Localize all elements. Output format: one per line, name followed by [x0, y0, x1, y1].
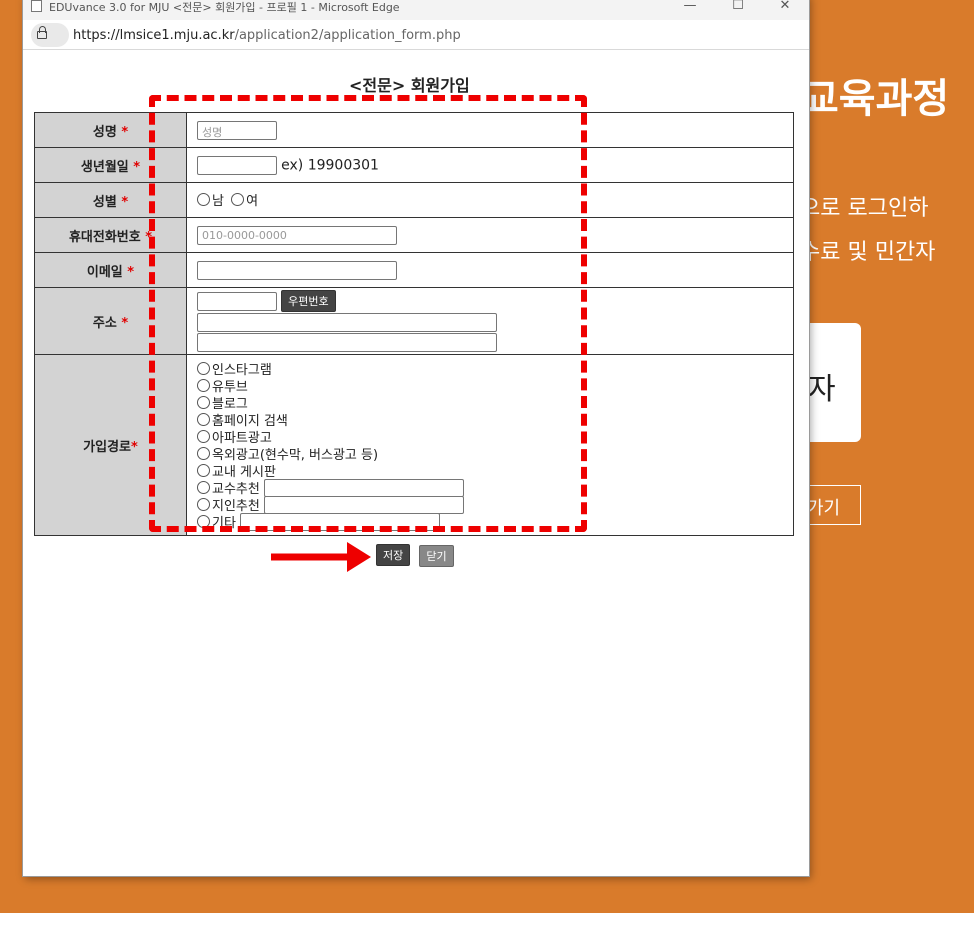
other-source-input[interactable] [240, 512, 441, 531]
close-window-button[interactable]: ✕ [776, 0, 794, 13]
radio-button[interactable] [197, 430, 210, 443]
radio-button[interactable] [197, 515, 210, 528]
app-icon [31, 0, 42, 12]
label-text: 이메일 [86, 264, 123, 280]
source-option-other[interactable]: 기타 [197, 512, 793, 531]
maximize-button[interactable]: ☐ [729, 0, 747, 13]
form-row-email: 이메일 * [34, 252, 794, 288]
name-input[interactable]: 성명 [197, 120, 277, 140]
birthdate-input[interactable] [197, 155, 277, 175]
background-text-line-1: 으로 로그인하 [800, 196, 929, 221]
radio-button[interactable] [197, 481, 210, 494]
close-button[interactable]: 닫기 [419, 544, 454, 567]
form-title: <전문> 회원가입 [349, 76, 470, 95]
source-option-apartment-ad[interactable]: 아파트광고 [197, 428, 793, 446]
background-bottom-strip [0, 913, 974, 929]
form-row-birthdate: 생년월일 * ex) 19900301 [34, 147, 794, 183]
radio-button[interactable] [197, 498, 210, 511]
value-email [186, 252, 794, 288]
address-line-1-input[interactable] [197, 313, 497, 332]
source-option-blog[interactable]: 블로그 [197, 394, 793, 412]
postcode-button[interactable]: 우편번호 [281, 290, 336, 312]
url-host: https://lmsice1.mju.ac.kr [73, 28, 235, 43]
form-row-mobile: 휴대전화번호 * 010-0000-0000 [34, 217, 794, 253]
popup-window: EDUvance 3.0 for MJU <전문> 회원가입 - 프로필 1 -… [23, 0, 809, 876]
value-gender: 남 여 [186, 182, 794, 218]
required-mark: * [121, 315, 129, 331]
postcode-input[interactable] [197, 291, 277, 311]
form-row-source: 가입경로* 인스타그램 유투브 블로그 홈페이지 검색 아파트광고 옥외광고(현… [34, 354, 794, 536]
mobile-input[interactable]: 010-0000-0000 [197, 225, 397, 245]
label-mobile: 휴대전화번호 * [34, 217, 187, 253]
annotation-arrow-icon [271, 542, 371, 572]
radio-button[interactable] [197, 464, 210, 477]
radio-button[interactable] [197, 396, 210, 409]
url-text[interactable]: https://lmsice1.mju.ac.kr/application2/a… [73, 28, 461, 43]
label-gender: 성별 * [34, 182, 187, 218]
lock-icon [37, 26, 47, 39]
source-option-professor-referral[interactable]: 교수추천 [197, 478, 793, 497]
address-line-2-input[interactable] [197, 333, 497, 352]
source-option-homepage-search[interactable]: 홈페이지 검색 [197, 411, 793, 429]
form-actions: 저장 닫기 [376, 544, 458, 567]
gender-option-male[interactable]: 남 [197, 190, 224, 209]
background-card-text: 자 [808, 372, 836, 407]
required-mark: * [131, 439, 138, 455]
radio-button[interactable] [197, 193, 210, 206]
background-text-line-2: 수료 및 민간자 [800, 240, 936, 265]
save-button[interactable]: 저장 [376, 544, 411, 566]
required-mark: * [121, 124, 129, 140]
value-birthdate: ex) 19900301 [186, 147, 794, 183]
label-text: 성명 [92, 124, 117, 140]
form-row-gender: 성별 * 남 여 [34, 182, 794, 218]
required-mark: * [127, 264, 135, 280]
minimize-button[interactable]: — [681, 0, 699, 13]
label-name: 성명 * [34, 112, 187, 148]
window-title: EDUvance 3.0 for MJU <전문> 회원가입 - 프로필 1 -… [49, 1, 400, 14]
url-path: /application2/application_form.php [234, 28, 461, 43]
source-option-outdoor-ad[interactable]: 옥외광고(현수막, 버스광고 등) [197, 445, 793, 463]
label-text: 휴대전화번호 [68, 229, 141, 245]
source-option-youtube[interactable]: 유투브 [197, 377, 793, 395]
background-heading: 교육과정 [802, 76, 950, 122]
required-mark: * [133, 159, 141, 175]
window-titlebar[interactable]: EDUvance 3.0 for MJU <전문> 회원가입 - 프로필 1 -… [23, 0, 809, 20]
birthdate-hint: ex) 19900301 [281, 157, 379, 173]
label-text: 가입경로 [83, 439, 132, 455]
address-bar[interactable]: https://lmsice1.mju.ac.kr/application2/a… [23, 20, 809, 50]
label-email: 이메일 * [34, 252, 187, 288]
required-mark: * [145, 229, 153, 245]
radio-button[interactable] [197, 379, 210, 392]
radio-button[interactable] [197, 362, 210, 375]
radio-button[interactable] [231, 193, 245, 206]
option-label: 남 [212, 194, 224, 209]
radio-button[interactable] [197, 413, 210, 426]
label-text: 생년월일 [80, 159, 129, 175]
professor-referral-input[interactable] [263, 478, 464, 497]
option-label: 기타 [212, 516, 236, 531]
label-text: 주소 [92, 315, 117, 331]
label-source: 가입경로* [34, 354, 187, 536]
radio-button[interactable] [197, 447, 210, 460]
email-input[interactable] [197, 260, 397, 280]
signup-form-table: 성명 * 성명 생년월일 * ex) 19900301 성별 * 남 여 휴대전… [34, 112, 794, 536]
label-birthdate: 생년월일 * [34, 147, 187, 183]
value-mobile: 010-0000-0000 [186, 217, 794, 253]
label-text: 성별 [92, 194, 117, 210]
gender-option-female[interactable]: 여 [231, 190, 258, 209]
value-name: 성명 [186, 112, 794, 148]
label-address: 주소 * [34, 287, 187, 355]
required-mark: * [121, 194, 129, 210]
source-option-friend-referral[interactable]: 지인추천 [197, 495, 793, 514]
form-row-address: 주소 * 우편번호 [34, 287, 794, 355]
source-option-instagram[interactable]: 인스타그램 [197, 360, 793, 378]
value-address: 우편번호 [186, 287, 794, 355]
source-option-campus-board[interactable]: 교내 게시판 [197, 462, 793, 480]
option-label: 여 [246, 194, 259, 209]
friend-referral-input[interactable] [263, 495, 464, 514]
value-source: 인스타그램 유투브 블로그 홈페이지 검색 아파트광고 옥외광고(현수막, 버스… [186, 354, 794, 536]
form-row-name: 성명 * 성명 [34, 112, 794, 148]
